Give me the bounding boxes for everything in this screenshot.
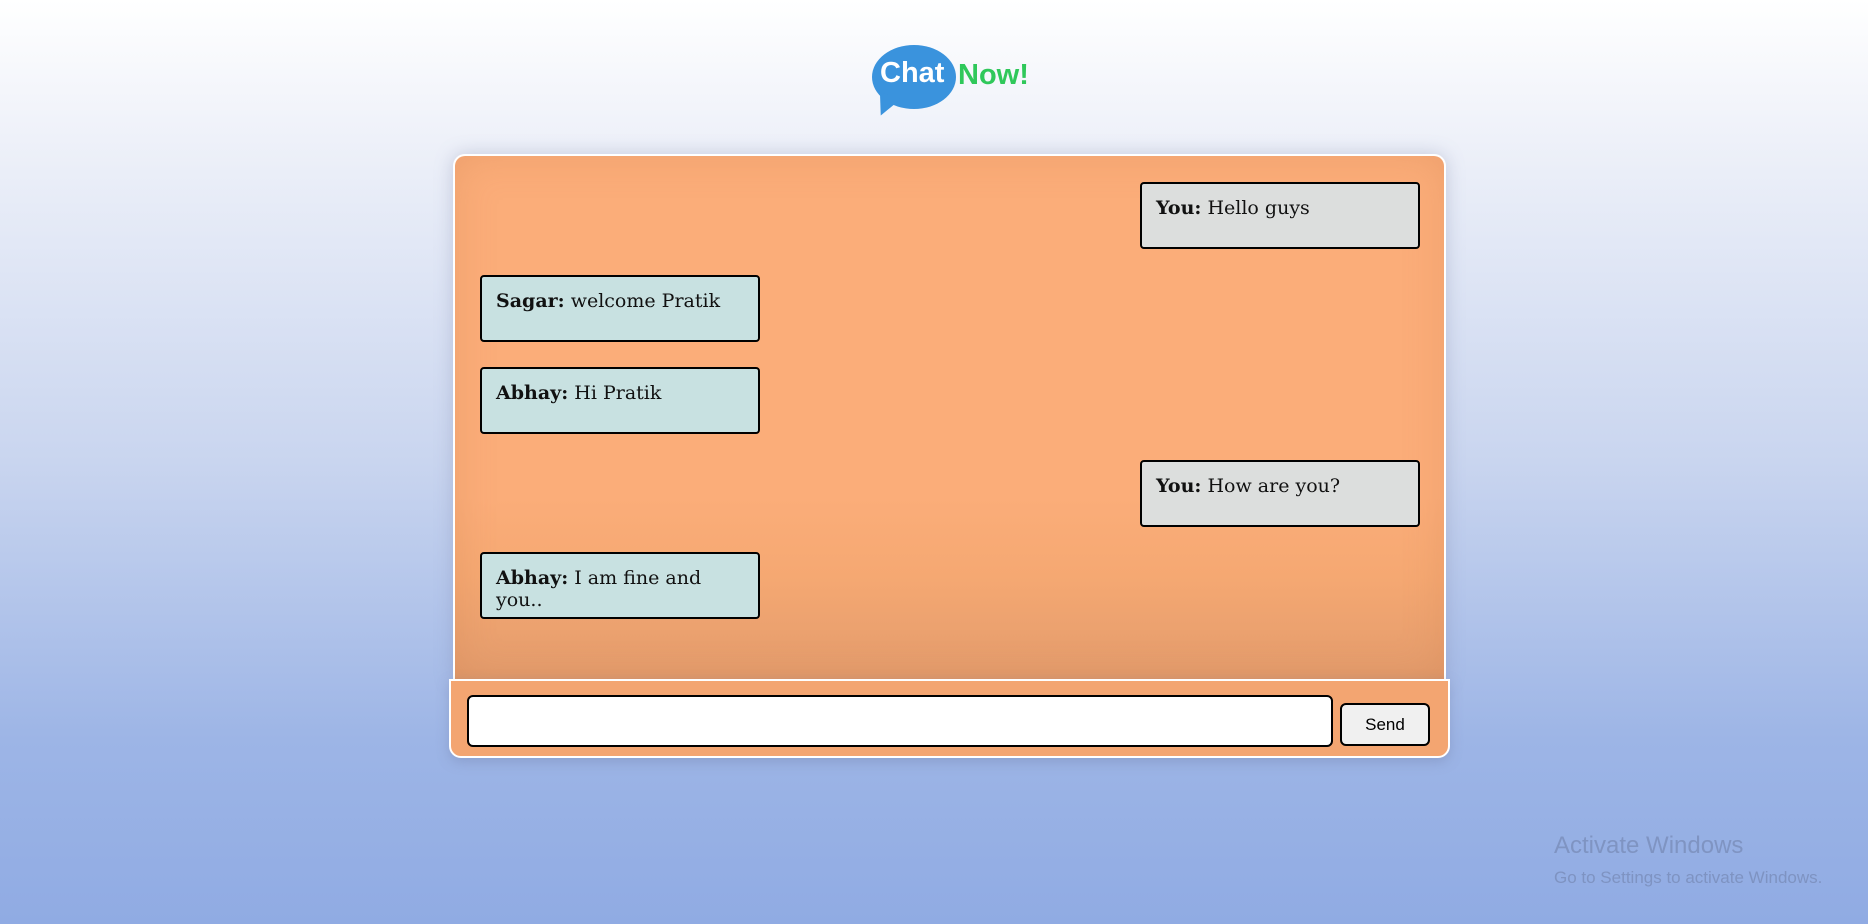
watermark-subtitle: Go to Settings to activate Windows.: [1554, 868, 1823, 887]
message-sender: Abhay:: [496, 567, 569, 589]
send-button[interactable]: Send: [1340, 703, 1430, 746]
activate-windows-watermark: Activate Windows Go to Settings to activ…: [1554, 832, 1822, 888]
message-text: Hi Pratik: [574, 382, 662, 404]
chat-messages-panel[interactable]: You: Hello guys Sagar: welcome Pratik Ab…: [453, 154, 1446, 682]
message-text: Hello guys: [1207, 197, 1310, 219]
chatnow-logo: Chat Now!: [872, 45, 1032, 120]
message-text: How are you?: [1207, 475, 1341, 497]
message-other: Sagar: welcome Pratik: [480, 275, 760, 342]
message-self: You: Hello guys: [1140, 182, 1420, 249]
message-self: You: How are you?: [1140, 460, 1420, 527]
message-composer: Send: [449, 679, 1450, 758]
logo-chat-text: Chat: [880, 57, 945, 89]
message-input[interactable]: [467, 695, 1333, 747]
message-other: Abhay: I am fine and you..: [480, 552, 760, 619]
message-sender: You:: [1156, 475, 1202, 497]
message-sender: Abhay:: [496, 382, 569, 404]
message-text: welcome Pratik: [570, 290, 721, 312]
message-sender: Sagar:: [496, 290, 565, 312]
logo-now-text: Now!: [958, 59, 1029, 91]
message-other: Abhay: Hi Pratik: [480, 367, 760, 434]
message-sender: You:: [1156, 197, 1202, 219]
watermark-title: Activate Windows: [1554, 832, 1744, 859]
